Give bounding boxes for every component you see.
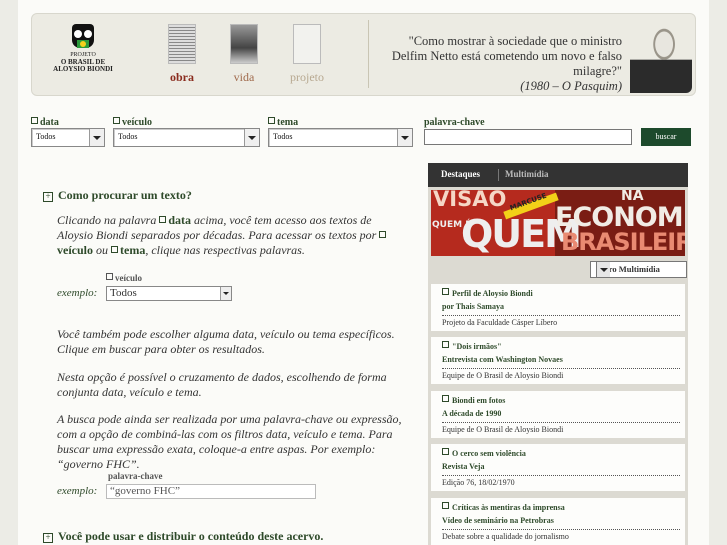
nav-vida-label: vida: [233, 70, 255, 84]
biondi-portrait-image: [630, 18, 692, 93]
keyword-input[interactable]: [424, 129, 632, 145]
tema-select-value: Todos: [273, 132, 293, 141]
expand-plus-icon[interactable]: +: [43, 533, 53, 543]
card-subtitle[interactable]: A década de 1990: [442, 409, 501, 418]
keyword-label: palavra-chave: [424, 117, 485, 128]
card-subtitle[interactable]: Vídeo de seminário na Petrobras: [442, 516, 554, 525]
card-description: Equipe de O Brasil de Aloysio Biondi: [442, 425, 564, 434]
data-select-value: Todos: [36, 132, 56, 141]
card-title[interactable]: Biondi em fotos: [442, 395, 505, 405]
card-subtitle[interactable]: Entrevista com Washington Novaes: [442, 355, 563, 364]
header-banner: PROJETO O BRASIL DE ALOYSIO BIONDI obra …: [31, 13, 696, 96]
section2-title: Você pode usar e distribuir o conteúdo d…: [58, 529, 324, 543]
filter-tema-link[interactable]: tema: [268, 117, 298, 128]
section1-title: Como procurar um texto?: [58, 188, 192, 202]
highlight-card[interactable]: "Dois irmãos" Entrevista com Washington …: [431, 337, 685, 384]
right-margin: [709, 0, 727, 545]
card-title[interactable]: O cerco sem violência: [442, 448, 526, 458]
example-label-2: exemplo:: [57, 485, 98, 497]
left-margin: [0, 0, 18, 545]
card-divider: [442, 368, 680, 369]
nav-obra-label: obra: [170, 70, 194, 84]
nav-vida[interactable]: vida: [224, 24, 264, 85]
header-quote: "Como mostrar à sociedade que o ministro…: [382, 34, 622, 94]
chevron-down-icon[interactable]: [596, 262, 610, 277]
featured-banner-image[interactable]: VISÃO QUEM É QUEM MARCUSE NA ECONOMIA BR…: [431, 190, 685, 256]
card-divider: [442, 422, 680, 423]
tab-destaques[interactable]: Destaques: [441, 169, 480, 179]
chevron-down-icon[interactable]: [89, 129, 104, 146]
example-veiculo-select: Todos: [106, 286, 232, 301]
card-title[interactable]: Perfil de Aloysio Biondi: [442, 288, 533, 298]
plus-box-icon: [442, 448, 449, 455]
nav-projeto-label: projeto: [290, 70, 324, 84]
section-usage-rights[interactable]: + Você pode usar e distribuir o conteúdo …: [43, 529, 323, 544]
newspaper-thumbnail-icon: [168, 24, 196, 64]
highlight-card[interactable]: Críticas às mentiras da imprensa Vídeo d…: [431, 498, 685, 545]
inline-tema-link[interactable]: tema: [111, 243, 145, 257]
paragraph-specific-filters: Você também pode escolher alguma data, v…: [57, 327, 395, 356]
highlight-card[interactable]: O cerco sem violência Revista Veja Ediçã…: [431, 444, 685, 491]
quote-text: "Como mostrar à sociedade que o ministro…: [391, 34, 622, 78]
search-button[interactable]: buscar: [641, 128, 691, 146]
card-description: Equipe de O Brasil de Aloysio Biondi: [442, 371, 564, 380]
data-select[interactable]: Todos: [31, 128, 105, 147]
section-how-to-search[interactable]: + Como procurar um texto?: [43, 188, 192, 203]
card-description: Edição 76, 18/02/1970: [442, 478, 515, 487]
tab-multimidia[interactable]: Multimídia: [505, 169, 549, 179]
highlight-card[interactable]: Perfil de Aloysio Biondi por Thais Samay…: [431, 284, 685, 331]
paragraph-keyword-search: A busca pode ainda ser realizada por uma…: [57, 412, 402, 471]
plus-box-icon: [442, 395, 449, 402]
filter-veiculo-link[interactable]: veículo: [113, 117, 152, 128]
card-description: Debate sobre a qualidade do jornalismo: [442, 532, 569, 541]
banner-word-visao: VISÃO: [433, 190, 507, 211]
chevron-down-icon: [220, 287, 231, 300]
sidebar-panel: Destaques Multimídia VISÃO QUEM É QUEM M…: [428, 163, 688, 545]
site-logo[interactable]: PROJETO O BRASIL DE ALOYSIO BIONDI: [52, 22, 114, 73]
inline-data-link[interactable]: data: [159, 213, 191, 227]
plus-box-icon: [442, 502, 449, 509]
card-divider: [442, 475, 680, 476]
plus-box-icon: [442, 341, 449, 348]
nav-obra[interactable]: obra: [162, 24, 202, 85]
sidebar-tabs: Destaques Multimídia: [428, 163, 688, 187]
page: PROJETO O BRASIL DE ALOYSIO BIONDI obra …: [18, 0, 709, 545]
veiculo-select[interactable]: Todos: [113, 128, 260, 147]
example-keyword-label: palavra-chave: [108, 471, 163, 481]
veiculo-select-value: Todos: [118, 132, 138, 141]
intro-paragraph: Clicando na palavra data acima, você tem…: [57, 213, 409, 258]
owl-logo-icon: [70, 22, 96, 50]
paragraph-cross-data: Nesta opção é possível o cruzamento de d…: [57, 370, 387, 399]
expand-plus-icon[interactable]: +: [43, 192, 53, 202]
card-divider: [442, 315, 680, 316]
tema-select[interactable]: Todos: [268, 128, 413, 147]
card-subtitle[interactable]: Revista Veja: [442, 462, 484, 471]
multimedia-filter-select[interactable]: Filtro Multimídia: [590, 261, 687, 278]
highlight-card[interactable]: Biondi em fotos A década de 1990 Equipe …: [431, 391, 685, 438]
example-keyword-input: “governo FHC”: [106, 484, 316, 499]
filter-data-link[interactable]: data: [31, 117, 59, 128]
example-keyword-value: “governo FHC”: [110, 485, 180, 497]
example-veiculo-label: veículo: [106, 273, 142, 283]
logo-line-3: ALOYSIO BIONDI: [53, 65, 113, 73]
portrait-thumbnail-icon: [230, 24, 258, 64]
card-description: Projeto da Faculdade Cásper Líbero: [442, 318, 558, 327]
project-thumbnail-icon: [293, 24, 321, 64]
banner-word-brasileira: BRASILEIRA: [561, 228, 685, 256]
header-divider: [368, 20, 369, 88]
plus-box-icon: [442, 288, 449, 295]
chevron-down-icon[interactable]: [397, 129, 412, 146]
quote-source: (1980 – O Pasquim): [520, 79, 622, 93]
chevron-down-icon[interactable]: [244, 129, 259, 146]
card-divider: [442, 529, 680, 530]
nav-projeto[interactable]: projeto: [287, 24, 327, 85]
example-veiculo-value: Todos: [110, 287, 137, 299]
card-title[interactable]: Críticas às mentiras da imprensa: [442, 502, 565, 512]
card-title[interactable]: "Dois irmãos": [442, 341, 502, 351]
example-label-1: exemplo:: [57, 287, 98, 299]
card-subtitle[interactable]: por Thais Samaya: [442, 302, 504, 311]
tab-divider: [498, 169, 499, 181]
